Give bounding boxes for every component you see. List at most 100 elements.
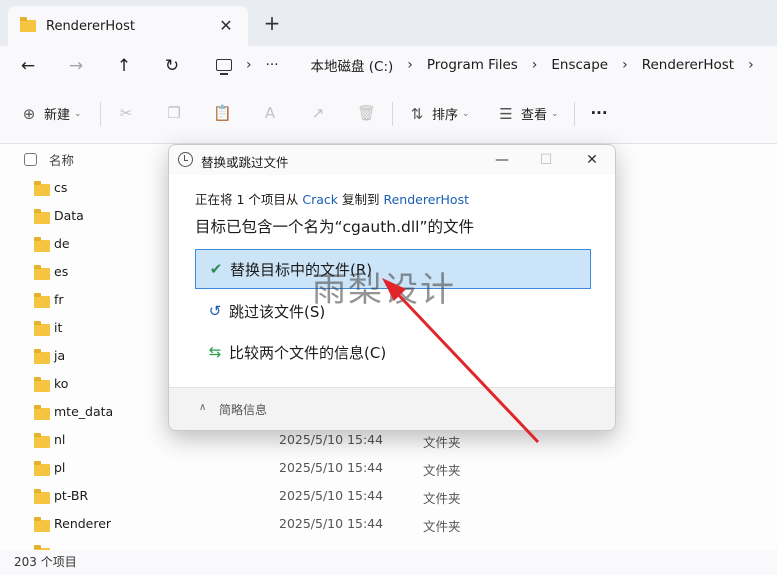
item-name: mte_data [54, 404, 114, 419]
table-row[interactable]: pl 2025/5/10 15:44 文件夹 [0, 454, 777, 482]
item-name: ko [54, 376, 69, 391]
divider [100, 102, 101, 126]
divider [574, 102, 575, 126]
breadcrumb-overflow[interactable]: ··· [266, 57, 279, 73]
item-date: 2025/5/10 15:44 [279, 488, 384, 503]
compare-option-label: 比较两个文件的信息(C) [229, 343, 387, 362]
status-bar: 203 个项目 [0, 550, 777, 575]
view-button-label: 查看 [521, 108, 548, 123]
cut-icon[interactable]: ✂ [117, 104, 135, 122]
view-icon: ☰ [499, 104, 513, 123]
chevron-up-icon[interactable]: ∧ [199, 402, 206, 413]
item-count: 203 个项目 [14, 555, 77, 569]
address-bar[interactable]: › ··· 本地磁盘 (C:) › Program Files › Enscap… [204, 48, 777, 82]
delete-icon[interactable]: 🗑 [357, 104, 376, 122]
chevron-right-icon: › [407, 57, 413, 73]
forward-button[interactable]: → [62, 52, 90, 80]
item-name: nl [54, 432, 66, 447]
dialog-title: 替换或跳过文件 [201, 155, 289, 170]
folder-icon [34, 321, 50, 336]
copy-text-prefix: 正在将 1 个项目从 [195, 192, 303, 207]
more-options-icon[interactable]: ··· [590, 104, 608, 122]
breadcrumb-item[interactable]: Program Files [427, 57, 518, 73]
watermark: 雨梨设计 [312, 270, 456, 310]
up-button[interactable]: ↑ [110, 52, 138, 80]
folder-icon [34, 461, 50, 476]
copy-progress-text: 正在将 1 个项目从 Crack 复制到 RendererHost [195, 189, 469, 208]
dialog-titlebar[interactable]: 替换或跳过文件 — ☐ ✕ [169, 145, 615, 175]
item-date: 2025/5/10 15:44 [279, 460, 384, 475]
new-button-label: 新建 [44, 108, 71, 123]
table-row-partial[interactable] [0, 538, 777, 550]
sort-button[interactable]: ⇅ 排序 ⌄ [408, 104, 470, 124]
destination-folder-link[interactable]: RendererHost [383, 192, 469, 207]
item-date: 2025/5/10 15:44 [279, 432, 384, 447]
share-icon[interactable]: ↗ [309, 104, 327, 122]
item-date: 2025/5/10 15:44 [279, 516, 384, 531]
item-name: fr [54, 292, 64, 307]
folder-icon [34, 489, 50, 504]
item-name: cs [54, 180, 68, 195]
folder-icon [20, 17, 36, 32]
folder-icon [34, 237, 50, 252]
clock-icon [178, 152, 193, 167]
minimize-button[interactable]: — [487, 149, 517, 171]
chevron-down-icon: ⌄ [551, 108, 559, 119]
folder-icon [34, 293, 50, 308]
breadcrumb-item[interactable]: RendererHost [642, 57, 734, 73]
item-type: 文件夹 [423, 519, 461, 534]
fewer-details-toggle[interactable]: 简略信息 [219, 401, 267, 418]
chevron-down-icon: ⌄ [74, 108, 82, 119]
item-type: 文件夹 [423, 435, 461, 450]
item-name: ja [54, 348, 66, 363]
item-type: 文件夹 [423, 463, 461, 478]
close-tab-icon[interactable]: ✕ [216, 16, 236, 36]
table-row[interactable]: pt-BR 2025/5/10 15:44 文件夹 [0, 482, 777, 510]
folder-icon [34, 517, 50, 532]
folder-icon [34, 377, 50, 392]
new-button[interactable]: ⊕ 新建 ⌄ [20, 104, 82, 124]
command-bar: ⊕ 新建 ⌄ ✂ ❐ 📋 A ↗ 🗑 ⇅ 排序 ⌄ ☰ 查看 ⌄ ··· [0, 86, 777, 144]
sort-icon: ⇅ [410, 104, 424, 123]
skip-arrow-icon: ↺ [208, 302, 222, 320]
select-all-checkbox[interactable] [24, 153, 37, 166]
paste-icon[interactable]: 📋 [213, 104, 232, 122]
conflict-heading: 目标已包含一个名为“cgauth.dll”的文件 [195, 218, 475, 236]
item-name: de [54, 236, 70, 251]
item-name: Data [54, 208, 84, 223]
computer-icon [216, 59, 232, 75]
back-button[interactable]: ← [14, 52, 42, 80]
dialog-footer: ∧ 简略信息 [169, 387, 615, 430]
folder-icon [34, 209, 50, 224]
checkmark-icon: ✔ [209, 260, 223, 278]
breadcrumb-item[interactable]: Enscape [551, 57, 608, 73]
compare-option[interactable]: ⇆ 比较两个文件的信息(C) [195, 332, 591, 372]
folder-icon [34, 265, 50, 280]
close-button[interactable]: ✕ [577, 149, 607, 171]
refresh-button[interactable]: ↻ [158, 52, 186, 80]
table-row[interactable]: Renderer 2025/5/10 15:44 文件夹 [0, 510, 777, 538]
skip-option-label: 跳过该文件(S) [229, 302, 326, 321]
chevron-right-icon: › [748, 57, 754, 73]
maximize-button[interactable]: ☐ [531, 149, 561, 171]
tab-title: RendererHost [46, 18, 135, 34]
rename-icon[interactable]: A [261, 104, 279, 122]
column-header-name[interactable]: 名称 ^ [24, 144, 178, 169]
divider [392, 102, 393, 126]
copy-icon[interactable]: ❐ [165, 104, 183, 122]
chevron-right-icon: › [622, 57, 628, 73]
copy-text-mid: 复制到 [338, 192, 384, 207]
tab-rendererhost[interactable]: RendererHost ✕ [8, 6, 248, 46]
view-button[interactable]: ☰ 查看 ⌄ [497, 104, 559, 124]
plus-circle-icon: ⊕ [22, 104, 36, 123]
new-tab-button[interactable]: + [262, 13, 282, 33]
item-name: pt-BR [54, 488, 89, 503]
navigation-bar: ← → ↑ ↻ › ··· 本地磁盘 (C:) › Program Files … [0, 46, 777, 86]
chevron-right-icon: › [246, 57, 252, 73]
item-name: pl [54, 460, 66, 475]
breadcrumb-item[interactable]: 本地磁盘 (C:) [310, 55, 393, 75]
chevron-right-icon: › [531, 57, 538, 73]
folder-icon [34, 349, 50, 364]
tab-strip: RendererHost ✕ + [0, 0, 777, 46]
source-folder-link[interactable]: Crack [302, 192, 338, 207]
